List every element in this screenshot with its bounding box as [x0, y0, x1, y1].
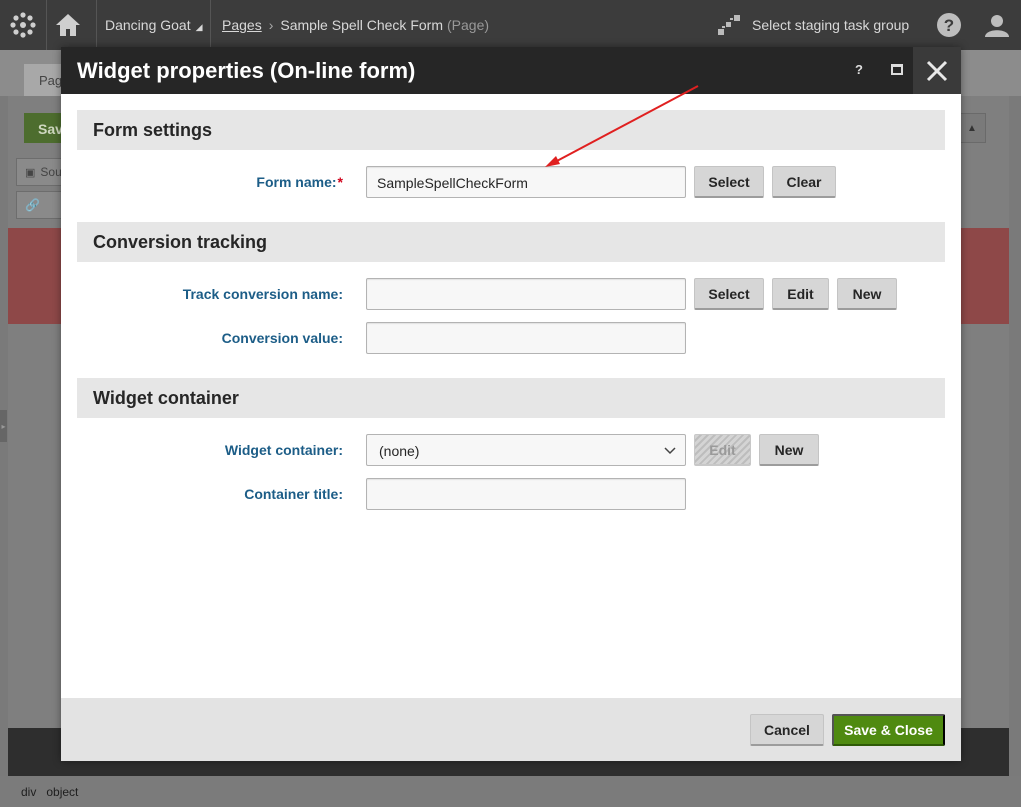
dialog-footer: Cancel Save & Close: [61, 698, 961, 761]
site-selector[interactable]: Dancing Goat ◢: [105, 0, 203, 50]
form-name-clear-button[interactable]: Clear: [772, 166, 836, 198]
section-conversion-tracking: Conversion tracking: [77, 222, 945, 262]
background-dropdown-icon: ▲: [958, 113, 986, 143]
required-mark: *: [337, 174, 343, 190]
link-icon: 🔗: [25, 198, 40, 212]
staging-task-group-selector[interactable]: Select staging task group: [716, 0, 909, 50]
source-icon: ▣: [25, 166, 36, 179]
widget-container-select[interactable]: (none): [366, 434, 686, 466]
breadcrumb: Pages › Sample Spell Check Form (Page): [222, 0, 489, 50]
caret-down-icon: ◢: [195, 21, 203, 32]
form-name-label: Form name:*: [61, 174, 343, 190]
form-name-select-button[interactable]: Select: [694, 166, 764, 198]
background-source-label: Sou: [40, 165, 62, 179]
widget-properties-dialog: Widget properties (On-line form) ? Form …: [61, 47, 961, 761]
background-link-button: 🔗: [16, 191, 62, 219]
site-name: Dancing Goat: [105, 17, 191, 33]
form-name-input[interactable]: SampleSpellCheckForm: [366, 166, 686, 198]
section-widget-container: Widget container: [77, 378, 945, 418]
dialog-body: Form settings Form name:* SampleSpellChe…: [61, 94, 961, 698]
close-dialog-button[interactable]: [913, 47, 961, 94]
chevron-down-icon: [664, 447, 676, 455]
conversion-value-input[interactable]: [366, 322, 686, 354]
svg-text:?: ?: [944, 16, 954, 35]
container-edit-button[interactable]: Edit: [694, 434, 751, 466]
chevron-right-icon: ›: [268, 17, 274, 33]
track-conversion-name-input[interactable]: [366, 278, 686, 310]
staging-icon: [718, 15, 740, 35]
breadcrumb-pages-link[interactable]: Pages: [222, 17, 262, 33]
status-bar: div object: [0, 776, 1021, 807]
app-logo-icon[interactable]: [6, 0, 40, 50]
form-name-label-text: Form name:: [256, 174, 337, 190]
staging-label: Select staging task group: [752, 17, 910, 33]
track-conversion-name-label: Track conversion name:: [182, 286, 343, 302]
container-title-label: Container title:: [244, 486, 343, 502]
conversion-edit-button[interactable]: Edit: [772, 278, 829, 310]
widget-container-selected: (none): [379, 443, 420, 459]
widget-container-label: Widget container:: [224, 442, 343, 458]
cancel-button[interactable]: Cancel: [750, 714, 824, 746]
help-icon[interactable]: ?: [935, 0, 963, 50]
home-icon[interactable]: [50, 0, 86, 50]
breadcrumb-current-page: Sample Spell Check Form: [280, 17, 443, 33]
container-new-button[interactable]: New: [759, 434, 819, 466]
background-source-button: ▣ Sou: [16, 158, 62, 186]
collapse-handle-icon: ▸: [0, 410, 7, 442]
section-form-settings: Form settings: [77, 110, 945, 150]
container-title-input[interactable]: [366, 478, 686, 510]
conversion-select-button[interactable]: Select: [694, 278, 764, 310]
conversion-value-label: Conversion value:: [221, 330, 343, 346]
breadcrumb-page-type: (Page): [447, 17, 490, 33]
dialog-title: Widget properties (On-line form): [77, 58, 416, 83]
app-header: Dancing Goat ◢ Pages › Sample Spell Chec…: [0, 0, 1021, 50]
save-and-close-button[interactable]: Save & Close: [832, 714, 945, 746]
maximize-icon[interactable]: [891, 64, 903, 75]
background-save-button: Sav: [24, 113, 64, 143]
status-path-div[interactable]: div: [21, 785, 36, 799]
dialog-help-icon[interactable]: ?: [855, 62, 863, 77]
dialog-header: Widget properties (On-line form) ?: [61, 47, 961, 94]
status-path-object[interactable]: object: [46, 785, 78, 799]
user-avatar-icon[interactable]: [983, 0, 1011, 50]
close-icon: [926, 60, 948, 81]
conversion-new-button[interactable]: New: [837, 278, 897, 310]
